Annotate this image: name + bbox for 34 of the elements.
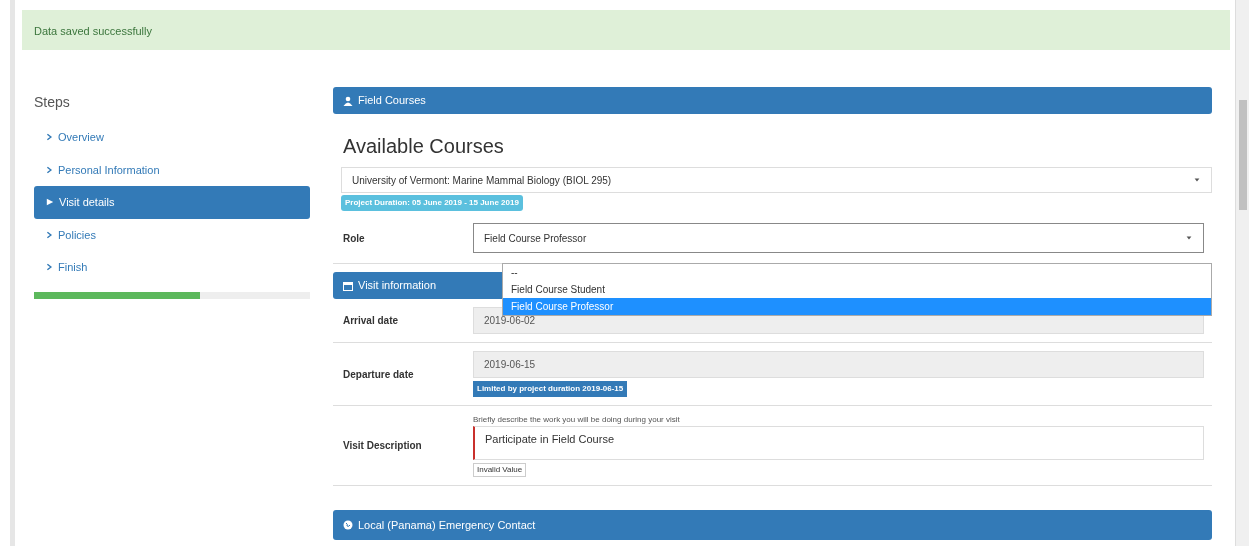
chevron-right-icon [46, 132, 53, 143]
globe-icon [343, 520, 353, 530]
chevron-right-icon [46, 262, 53, 273]
chevron-right-icon [46, 164, 53, 175]
field-label: Arrival date [342, 314, 400, 328]
help-text: Briefly describe the work you will be doing during your visit [473, 414, 681, 426]
panel-title: Visit information [358, 278, 437, 294]
alert-message: Data saved successfully [34, 25, 152, 37]
dropdown-option[interactable]: -- [503, 264, 1211, 281]
step-link[interactable]: Overview [34, 121, 310, 154]
play-icon [46, 197, 54, 208]
user-icon [343, 95, 353, 106]
field-label: Role [342, 231, 366, 246]
chevron-right-icon [46, 229, 53, 240]
departure-date-field[interactable]: 2019-06-15 [473, 351, 1204, 378]
role-select[interactable]: Field Course Professor [473, 223, 1204, 253]
step-link[interactable]: Policies [34, 218, 310, 251]
scrollbar[interactable] [1235, 0, 1249, 546]
duration-badge: Project Duration: 05 June 2019 - 15 June 2019 [341, 195, 523, 211]
calendar-icon [343, 280, 353, 291]
field-label: Visit Description [342, 439, 423, 453]
step-link[interactable]: Personal Information [34, 153, 310, 186]
course-select[interactable]: University of Vermont: Marine Mammal Biology (BIOL 295) [341, 167, 1212, 193]
description-textarea[interactable]: Participate in Field Course [473, 426, 1204, 460]
section-heading: Available Courses [343, 134, 505, 158]
steps-title: Steps [34, 93, 71, 112]
dropdown-option[interactable]: Field Course Student [503, 281, 1211, 298]
validation-tooltip: Invalid Value [473, 463, 527, 477]
panel-title: Field Courses [358, 93, 426, 109]
limit-badge: Limited by project duration 2019-06-15 [473, 381, 628, 397]
step-link[interactable]: Finish [34, 251, 310, 284]
step-link[interactable]: Visit details [34, 186, 310, 219]
field-label: Departure date [342, 367, 415, 382]
panel-title: Local (Panama) Emergency Contact [358, 517, 536, 533]
